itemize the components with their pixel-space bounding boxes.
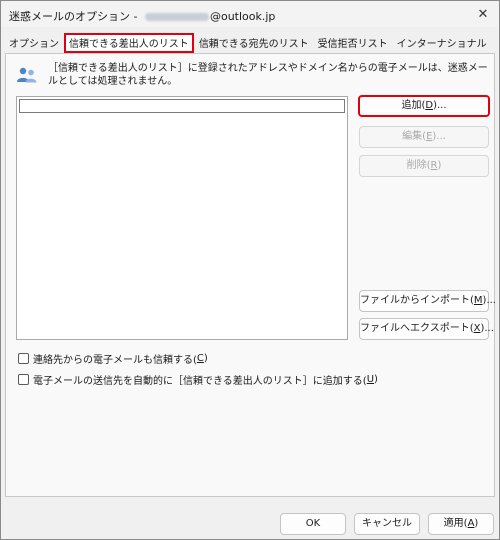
redacted-account [144, 13, 209, 21]
title-bar: 迷惑メールのオプション - @outlook.jp ✕ [1, 1, 499, 27]
import-access-key: M [473, 295, 483, 306]
trust-contacts-label: 連絡先からの電子メールも信頼する( [33, 355, 197, 366]
auto-add-recipients-label: 電子メールの送信先を自動的に［信頼できる差出人のリスト］に追加する( [33, 376, 367, 387]
export-label: ファイルへエクスポート( [360, 323, 474, 334]
auto-add-label-tail: ) [374, 374, 378, 385]
add-label-tail: )... [433, 100, 447, 111]
auto-add-recipients-option[interactable]: 電子メールの送信先を自動的に［信頼できる差出人のリスト］に追加する(U) [18, 372, 378, 387]
import-label: ファイルからインポート( [360, 295, 474, 306]
close-icon[interactable]: ✕ [473, 5, 493, 23]
title-prefix: 迷惑メールのオプション - [9, 10, 141, 23]
tab-safe-recipients[interactable]: 信頼できる宛先のリスト [195, 36, 313, 53]
list-selection-row[interactable] [19, 99, 345, 113]
title-suffix: @outlook.jp [209, 10, 276, 23]
edit-button[interactable]: 編集(E)... [359, 126, 489, 148]
auto-add-recipients-checkbox[interactable] [18, 374, 29, 385]
apply-label: 適用( [443, 518, 468, 529]
safe-senders-list[interactable] [16, 96, 348, 340]
apply-button[interactable]: 適用(A) [428, 513, 494, 535]
window-title: 迷惑メールのオプション - @outlook.jp [9, 8, 275, 24]
tab-blocked-senders[interactable]: 受信拒否リスト [314, 36, 392, 53]
import-label-tail: )... [482, 295, 496, 306]
tab-international[interactable]: インターナショナル [393, 36, 491, 53]
cancel-button[interactable]: キャンセル [354, 513, 420, 535]
edit-label-tail: )... [432, 131, 446, 142]
add-button[interactable]: 追加(D)... [358, 95, 490, 117]
trust-contacts-label-tail: ) [203, 353, 208, 364]
apply-label-tail: ) [474, 518, 479, 529]
export-label-tail: )... [480, 323, 494, 334]
tab-options[interactable]: オプション [5, 36, 63, 53]
auto-add-access-key: U [366, 374, 375, 385]
edit-label: 編集( [402, 131, 427, 142]
export-to-file-button[interactable]: ファイルへエクスポート(X)... [359, 318, 494, 340]
safe-senders-panel: ［信頼できる差出人のリスト］に登録されたアドレスやドメイン名からの電子メールは、… [5, 53, 496, 497]
delete-label-tail: ) [437, 160, 442, 171]
delete-button[interactable]: 削除(R) [359, 155, 489, 177]
trust-contacts-option[interactable]: 連絡先からの電子メールも信頼する(C) [18, 351, 208, 366]
import-from-file-button[interactable]: ファイルからインポート(M)... [359, 290, 496, 312]
delete-label: 削除( [406, 160, 431, 171]
description-text: ［信頼できる差出人のリスト］に登録されたアドレスやドメイン名からの電子メールは、… [48, 63, 488, 87]
ok-button[interactable]: OK [280, 513, 346, 535]
people-icon [17, 67, 37, 83]
junk-mail-options-dialog: 迷惑メールのオプション - @outlook.jp ✕ オプション 信頼できる差… [0, 0, 500, 540]
add-access-key: D [425, 100, 434, 111]
add-label: 追加( [401, 100, 426, 111]
tab-bar: オプション 信頼できる差出人のリスト 信頼できる宛先のリスト 受信拒否リスト イ… [5, 33, 495, 53]
trust-contacts-checkbox[interactable] [18, 353, 29, 364]
trust-contacts-access-key: C [196, 353, 204, 364]
tab-safe-senders[interactable]: 信頼できる差出人のリスト [64, 33, 194, 53]
